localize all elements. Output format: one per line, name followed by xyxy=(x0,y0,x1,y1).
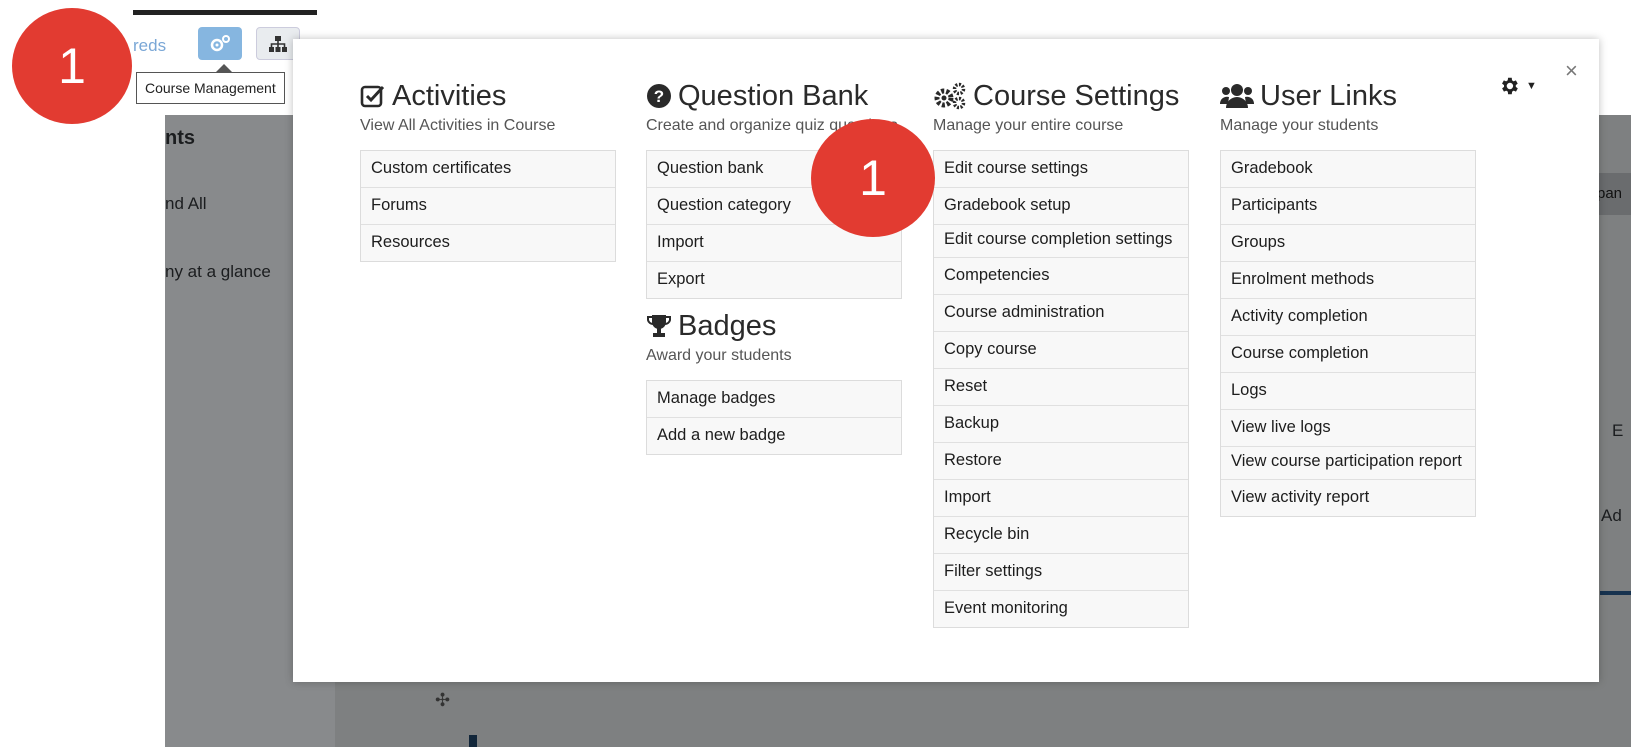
question-bank-title-text: Question Bank xyxy=(678,80,869,112)
badges-title-text: Badges xyxy=(678,310,777,342)
list-item-edit-course-settings[interactable]: Edit course settings xyxy=(934,151,1188,188)
user-links-section: User Links Manage your students Gradeboo… xyxy=(1220,79,1476,517)
badges-title: Badges xyxy=(646,309,902,343)
chevron-down-icon: ▼ xyxy=(1526,80,1537,92)
check-square-icon xyxy=(360,83,386,109)
background-heading-fragment xyxy=(469,735,477,747)
list-item-enrolment-methods[interactable]: Enrolment methods xyxy=(1221,262,1475,299)
badges-list: Manage badges Add a new badge xyxy=(646,380,902,455)
badges-subtitle: Award your students xyxy=(646,347,792,364)
course-toolbar: reds Course Management xyxy=(133,0,317,115)
list-item-course-completion[interactable]: Course completion xyxy=(1221,336,1475,373)
list-item-gradebook[interactable]: Gradebook xyxy=(1221,151,1475,188)
course-management-modal: × ▼ Activities View All Activities in Co… xyxy=(293,39,1599,682)
list-item-custom-certificates[interactable]: Custom certificates xyxy=(361,151,615,188)
background-text-e: E xyxy=(1612,421,1624,440)
background-divider xyxy=(1600,591,1631,595)
list-item-edit-completion-settings[interactable]: Edit course completion settings xyxy=(934,225,1188,258)
question-bank-title: ? Question Bank xyxy=(646,79,902,113)
cogs-icon xyxy=(210,34,230,51)
list-item-participation-report[interactable]: View course participation report xyxy=(1221,447,1475,480)
course-settings-section: Course Settings Manage your entire cours… xyxy=(933,79,1189,628)
toolbar-topbar xyxy=(133,10,317,15)
course-management-tooltip: Course Management xyxy=(136,72,285,104)
toolbar-link-text[interactable]: reds xyxy=(133,36,166,56)
list-item-backup[interactable]: Backup xyxy=(934,406,1188,443)
list-item-resources[interactable]: Resources xyxy=(361,225,615,261)
user-links-list: Gradebook Participants Groups Enrolment … xyxy=(1220,150,1476,517)
list-item-reset[interactable]: Reset xyxy=(934,369,1188,406)
background-tab-fragment: pan xyxy=(1597,173,1631,215)
course-settings-subtitle: Manage your entire course xyxy=(933,117,1124,134)
course-settings-list: Edit course settings Gradebook setup Edi… xyxy=(933,150,1189,628)
list-item-activity-completion[interactable]: Activity completion xyxy=(1221,299,1475,336)
list-item-add-badge[interactable]: Add a new badge xyxy=(647,418,901,454)
background-text-ad: Ad xyxy=(1601,506,1622,525)
activities-title: Activities xyxy=(360,79,616,113)
course-settings-title: Course Settings xyxy=(933,79,1189,113)
activities-list: Custom certificates Forums Resources xyxy=(360,150,616,262)
question-circle-icon: ? xyxy=(646,83,672,109)
activities-subtitle: View All Activities in Course xyxy=(360,117,556,134)
list-item-activity-report[interactable]: View activity report xyxy=(1221,480,1475,516)
list-item-logs[interactable]: Logs xyxy=(1221,373,1475,410)
sidebar-heading: nts xyxy=(165,127,195,149)
sitemap-icon xyxy=(269,35,287,52)
badges-section: Badges Award your students Manage badges… xyxy=(646,309,902,455)
step-badge-course-settings: 1 xyxy=(811,119,935,237)
list-item-gradebook-setup[interactable]: Gradebook setup xyxy=(934,188,1188,225)
tooltip-arrow xyxy=(216,64,232,72)
course-settings-title-text: Course Settings xyxy=(973,80,1180,112)
list-item-qb-export[interactable]: Export xyxy=(647,262,901,298)
activities-title-text: Activities xyxy=(392,80,507,112)
list-item-event-monitoring[interactable]: Event monitoring xyxy=(934,591,1188,627)
list-item-copy-course[interactable]: Copy course xyxy=(934,332,1188,369)
activities-section: Activities View All Activities in Course… xyxy=(360,79,616,262)
sidebar-item-expand-all[interactable]: nd All xyxy=(165,194,207,214)
cogs-icon xyxy=(933,82,967,110)
trophy-icon xyxy=(646,313,672,339)
list-item-forums[interactable]: Forums xyxy=(361,188,615,225)
settings-dropdown[interactable]: ▼ xyxy=(1498,75,1537,97)
close-button[interactable]: × xyxy=(1565,58,1578,84)
course-management-button[interactable] xyxy=(198,27,242,60)
list-item-filter-settings[interactable]: Filter settings xyxy=(934,554,1188,591)
list-item-course-administration[interactable]: Course administration xyxy=(934,295,1188,332)
user-links-title-text: User Links xyxy=(1260,80,1397,112)
list-item-competencies[interactable]: Competencies xyxy=(934,258,1188,295)
list-item-cs-import[interactable]: Import xyxy=(934,480,1188,517)
user-links-title: User Links xyxy=(1220,79,1476,113)
list-item-groups[interactable]: Groups xyxy=(1221,225,1475,262)
list-item-restore[interactable]: Restore xyxy=(934,443,1188,480)
step-badge-toolbar: 1 xyxy=(12,8,132,124)
user-links-subtitle: Manage your students xyxy=(1220,117,1379,134)
list-item-recycle-bin[interactable]: Recycle bin xyxy=(934,517,1188,554)
sidebar-item-glance[interactable]: ny at a glance xyxy=(165,262,271,282)
list-item-participants[interactable]: Participants xyxy=(1221,188,1475,225)
list-item-live-logs[interactable]: View live logs xyxy=(1221,410,1475,447)
gear-icon xyxy=(1502,77,1518,95)
users-icon xyxy=(1220,82,1254,110)
svg-text:?: ? xyxy=(654,87,664,106)
move-icon[interactable]: ✣ xyxy=(435,690,450,711)
list-item-manage-badges[interactable]: Manage badges xyxy=(647,381,901,418)
